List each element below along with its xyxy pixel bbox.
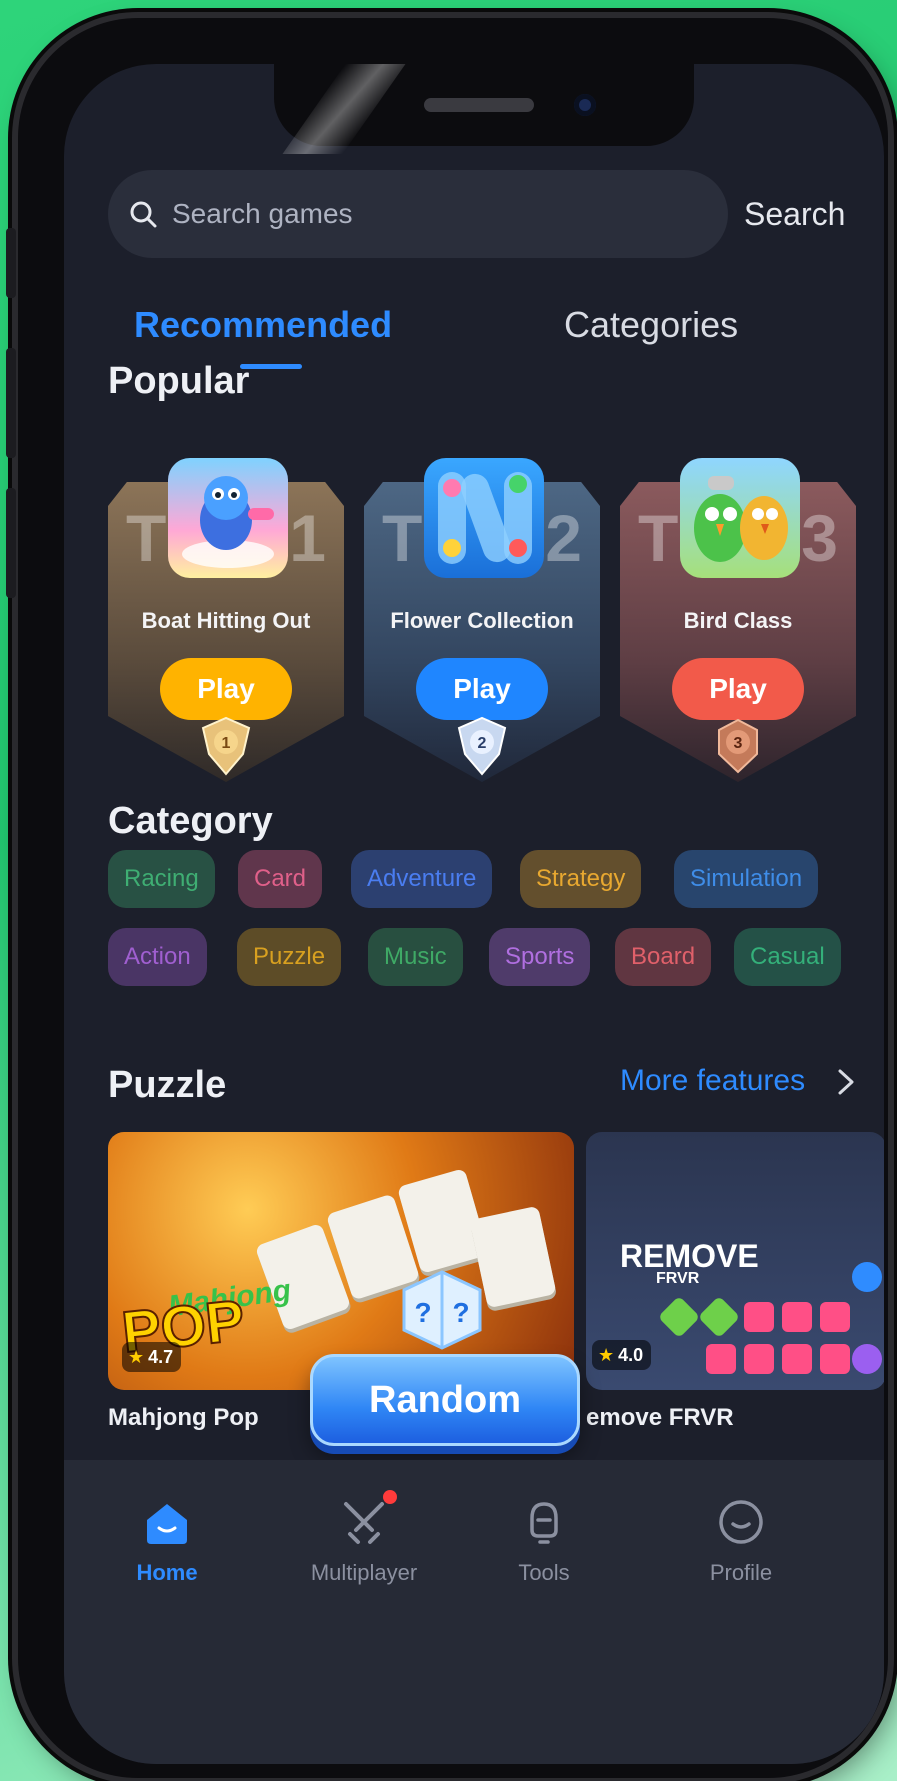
chip-casual[interactable]: Casual: [734, 928, 841, 986]
chip-simulation[interactable]: Simulation: [674, 850, 819, 908]
chip-sports[interactable]: Sports: [489, 928, 591, 986]
search-icon: [130, 201, 157, 228]
nav-label: Tools: [518, 1560, 570, 1585]
gem-icon: [697, 1295, 741, 1339]
nav-label: Home: [136, 1560, 198, 1585]
home-icon: [147, 1504, 187, 1544]
gem-icon: [852, 1344, 882, 1374]
chip-adventure[interactable]: Adventure: [351, 850, 493, 908]
search-input[interactable]: [172, 198, 652, 230]
nav-label: Multiplayer: [310, 1560, 418, 1585]
play-button[interactable]: Play: [672, 658, 804, 720]
chip-music[interactable]: Music: [368, 928, 463, 986]
gem-icon: [820, 1344, 850, 1374]
flower-game-thumbnail[interactable]: [424, 458, 544, 578]
rating-badge: ★ 4.7: [122, 1342, 182, 1372]
boat-game-thumbnail[interactable]: [168, 458, 288, 578]
chip-action[interactable]: Action: [108, 928, 207, 986]
nav-label: Profile: [709, 1560, 773, 1585]
rating-value: 4.7: [148, 1347, 174, 1367]
popular-section-title: Popular: [108, 360, 250, 402]
svg-text:2: 2: [478, 735, 487, 752]
card-rank-number: 2: [545, 501, 582, 575]
star-icon: ★: [598, 1345, 615, 1365]
speaker-grille: [424, 98, 534, 112]
tab-recommended[interactable]: Recommended: [134, 304, 392, 346]
flower-tubes-icon: [438, 472, 532, 564]
bird-game-thumbnail[interactable]: [680, 458, 800, 578]
chip-strategy[interactable]: Strategy: [520, 850, 642, 908]
svg-text:?: ?: [414, 1297, 431, 1328]
boat-character-icon: [182, 476, 274, 568]
app-screen: Search Recommended Categories Popular T …: [64, 64, 884, 1764]
svg-text:1: 1: [222, 735, 231, 752]
rating-value: 4.0: [618, 1345, 644, 1365]
search-button[interactable]: Search: [744, 170, 845, 258]
card-rank-letter: T: [126, 501, 167, 575]
gem-icon: [657, 1295, 701, 1339]
chevron-right-icon[interactable]: [834, 1067, 858, 1097]
phone-volume-up: [6, 348, 16, 458]
profile-icon: [719, 1500, 763, 1544]
category-section-title: Category: [108, 800, 273, 842]
svg-text:3: 3: [734, 735, 743, 752]
nav-profile[interactable]: Profile: [666, 1496, 816, 1586]
gem-icon: [744, 1344, 774, 1374]
star-icon: ★: [128, 1347, 145, 1367]
gem-icon: [744, 1302, 774, 1332]
card-rank-number: 3: [801, 501, 838, 575]
swords-icon: [344, 1502, 384, 1544]
chip-racing[interactable]: Racing: [108, 850, 215, 908]
card-rank-number: 1: [289, 501, 326, 575]
popular-game-name: Flower Collection: [390, 608, 574, 633]
nav-home[interactable]: Home: [92, 1496, 242, 1586]
play-button[interactable]: Play: [416, 658, 548, 720]
gem-icon: [706, 1344, 736, 1374]
search-bar[interactable]: [108, 170, 728, 258]
dice-icon: ? ?: [402, 1270, 482, 1350]
nav-multiplayer[interactable]: Multiplayer: [289, 1490, 439, 1586]
chip-card[interactable]: Card: [238, 850, 323, 908]
chip-puzzle[interactable]: Puzzle: [237, 928, 342, 986]
gem-icon: [820, 1302, 850, 1332]
gem-icon: [782, 1344, 812, 1374]
gem-icon: [852, 1262, 882, 1292]
svg-text:?: ?: [452, 1297, 469, 1328]
puzzle-game-name: emove FRVR: [586, 1404, 734, 1431]
mahjong-pop-card[interactable]: Mahjong POP ★ 4.7: [108, 1132, 574, 1390]
popular-game-name: Bird Class: [683, 608, 793, 633]
card-rank-letter: T: [638, 501, 679, 575]
phone-frame: Search Recommended Categories Popular T …: [6, 18, 888, 1778]
phone-volume-down: [6, 488, 16, 598]
random-game-button[interactable]: Random: [310, 1354, 580, 1446]
remove-frvr-card[interactable]: REMOVE FRVR ★ 4.0: [586, 1132, 884, 1390]
nav-tools[interactable]: Tools: [469, 1496, 619, 1586]
gem-icon: [782, 1302, 812, 1332]
notification-dot: [383, 1490, 397, 1504]
silver-medal-icon: 2: [457, 716, 507, 776]
chip-board[interactable]: Board: [615, 928, 712, 986]
phone-side-button: [6, 228, 16, 298]
card-rank-letter: T: [382, 501, 423, 575]
play-button[interactable]: Play: [160, 658, 292, 720]
gold-medal-icon: 1: [201, 716, 251, 776]
rating-badge: ★ 4.0: [592, 1340, 652, 1370]
bottom-navigation: Home Multiplayer Tools Profile: [64, 1460, 884, 1764]
birds-icon: [694, 476, 788, 562]
tab-categories[interactable]: Categories: [564, 304, 738, 346]
front-camera: [574, 94, 596, 116]
puzzle-section-title: Puzzle: [108, 1064, 227, 1106]
remove-frvr-sublogo: FRVR: [656, 1270, 700, 1287]
bronze-medal-icon: 3: [718, 718, 758, 774]
puzzle-game-name: Mahjong Pop: [108, 1404, 259, 1431]
tools-icon: [530, 1502, 558, 1544]
more-features-link[interactable]: More features: [620, 1064, 805, 1098]
popular-game-name: Boat Hitting Out: [141, 608, 311, 633]
